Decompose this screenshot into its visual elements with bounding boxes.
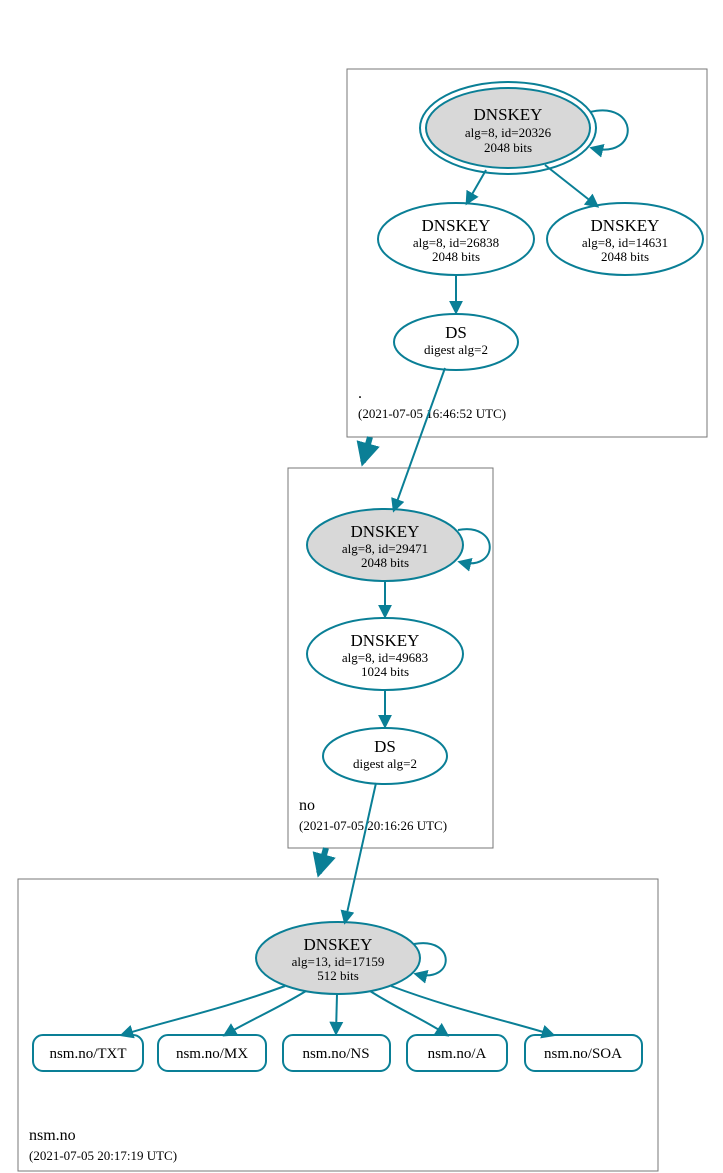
- svg-text:DNSKEY: DNSKEY: [351, 631, 420, 650]
- svg-text:alg=8, id=20326: alg=8, id=20326: [465, 125, 552, 140]
- edge-nods-nsmksk: [345, 783, 376, 922]
- svg-text:512 bits: 512 bits: [317, 968, 359, 983]
- node-rr-soa: nsm.no/SOA: [525, 1035, 642, 1071]
- svg-text:DNSKEY: DNSKEY: [591, 216, 660, 235]
- svg-text:1024 bits: 1024 bits: [361, 664, 409, 679]
- node-no-ksk: DNSKEY alg=8, id=29471 2048 bits: [307, 509, 463, 581]
- edge-rootksk-k3: [545, 165, 597, 206]
- edge-nsmksk-soa: [391, 986, 553, 1035]
- svg-text:alg=8, id=29471: alg=8, id=29471: [342, 541, 428, 556]
- edge-zone-root-to-no: [363, 437, 370, 462]
- svg-text:DNSKEY: DNSKEY: [351, 522, 420, 541]
- svg-text:nsm.no/TXT: nsm.no/TXT: [49, 1046, 126, 1062]
- zone-root: . (2021-07-05 16:46:52 UTC) DNSKEY alg=8…: [347, 69, 707, 437]
- node-no-ds: DS digest alg=2: [323, 728, 447, 784]
- node-root-ds: DS digest alg=2: [394, 314, 518, 370]
- svg-text:nsm.no/SOA: nsm.no/SOA: [544, 1046, 622, 1062]
- svg-text:DS: DS: [445, 323, 467, 342]
- svg-text:alg=8, id=49683: alg=8, id=49683: [342, 650, 428, 665]
- edge-nsmksk-txt: [122, 986, 285, 1035]
- zone-no: no (2021-07-05 20:16:26 UTC) DNSKEY alg=…: [288, 368, 493, 848]
- node-rr-mx: nsm.no/MX: [158, 1035, 266, 1071]
- edge-nsmksk-a: [370, 991, 447, 1035]
- svg-text:digest alg=2: digest alg=2: [424, 342, 488, 357]
- svg-text:DNSKEY: DNSKEY: [304, 935, 373, 954]
- node-root-k3: DNSKEY alg=8, id=14631 2048 bits: [547, 203, 703, 275]
- svg-text:2048 bits: 2048 bits: [484, 140, 532, 155]
- zone-root-label: .: [358, 385, 362, 402]
- node-nsm-ksk: DNSKEY alg=13, id=17159 512 bits: [256, 922, 420, 994]
- svg-text:alg=13, id=17159: alg=13, id=17159: [292, 954, 385, 969]
- svg-text:alg=8, id=14631: alg=8, id=14631: [582, 235, 668, 250]
- svg-text:alg=8, id=26838: alg=8, id=26838: [413, 235, 499, 250]
- zone-root-time: (2021-07-05 16:46:52 UTC): [358, 406, 506, 421]
- zone-nsm-label: nsm.no: [29, 1127, 76, 1144]
- svg-text:2048 bits: 2048 bits: [432, 249, 480, 264]
- svg-text:nsm.no/A: nsm.no/A: [428, 1046, 487, 1062]
- node-no-k2: DNSKEY alg=8, id=49683 1024 bits: [307, 618, 463, 690]
- node-rr-a: nsm.no/A: [407, 1035, 507, 1071]
- svg-text:nsm.no/NS: nsm.no/NS: [302, 1046, 369, 1062]
- edge-rootksk-k2: [467, 170, 486, 203]
- zone-no-label: no: [299, 797, 315, 814]
- node-root-k2: DNSKEY alg=8, id=26838 2048 bits: [378, 203, 534, 275]
- svg-text:2048 bits: 2048 bits: [361, 555, 409, 570]
- edge-zone-no-to-nsm: [319, 848, 326, 873]
- svg-text:nsm.no/MX: nsm.no/MX: [176, 1046, 248, 1062]
- zone-nsm-time: (2021-07-05 20:17:19 UTC): [29, 1148, 177, 1163]
- svg-text:DNSKEY: DNSKEY: [474, 105, 543, 124]
- edge-nsmksk-mx: [225, 991, 306, 1035]
- svg-text:digest alg=2: digest alg=2: [353, 756, 417, 771]
- svg-text:DNSKEY: DNSKEY: [422, 216, 491, 235]
- zone-nsm: nsm.no (2021-07-05 20:17:19 UTC) DNSKEY …: [18, 783, 658, 1171]
- node-root-ksk: DNSKEY alg=8, id=20326 2048 bits: [420, 82, 596, 174]
- svg-text:2048 bits: 2048 bits: [601, 249, 649, 264]
- edge-nsmksk-ns: [336, 994, 337, 1033]
- svg-text:DS: DS: [374, 737, 396, 756]
- zone-no-time: (2021-07-05 20:16:26 UTC): [299, 818, 447, 833]
- edge-rootds-noksk: [394, 368, 445, 510]
- node-rr-ns: nsm.no/NS: [283, 1035, 390, 1071]
- node-rr-txt: nsm.no/TXT: [33, 1035, 143, 1071]
